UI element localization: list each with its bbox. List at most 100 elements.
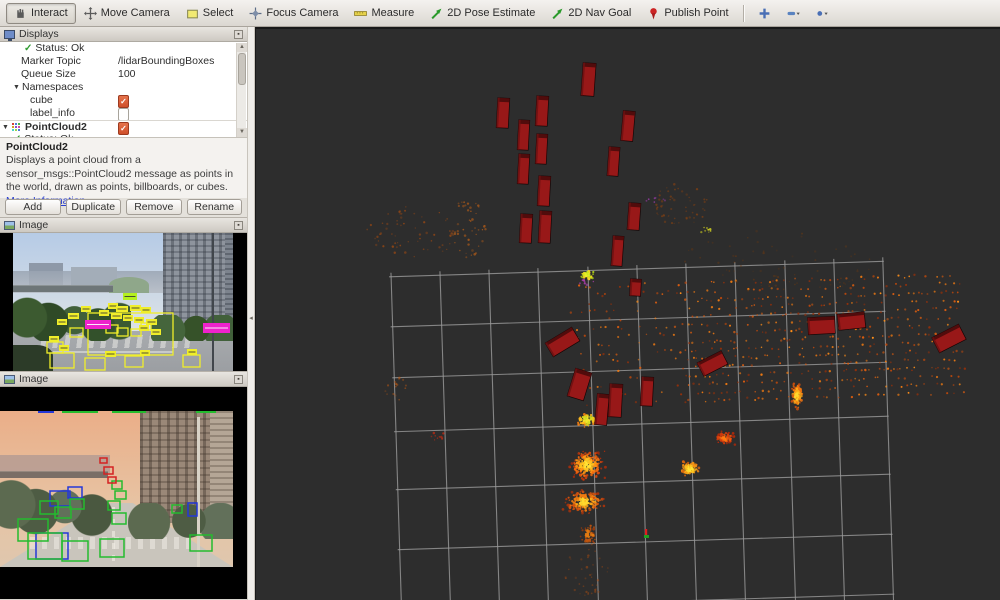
tree-row-label: label_info [30, 107, 75, 120]
lidar-bounding-box [519, 214, 533, 244]
point-cloud-specks [366, 206, 454, 257]
camera-image-day [13, 233, 233, 372]
toolbar-button-remove-tool[interactable] [779, 3, 808, 24]
detection-box [183, 355, 200, 367]
toolbar-button-nav-goal[interactable]: 2D Nav Goal [543, 3, 639, 24]
tree-row-status-ok[interactable]: ✓Status: Ok [0, 133, 247, 137]
displays-panel-header[interactable]: Displays ▪ [0, 27, 247, 42]
scroll-up-icon[interactable]: ▲ [237, 43, 247, 52]
point-cloud-specks [655, 183, 707, 224]
tree-row-label: Status: Ok [35, 42, 84, 55]
toolbar-button-measure[interactable]: Measure [346, 3, 422, 24]
displays-panel-title: Displays [19, 28, 230, 40]
detection-box [36, 533, 68, 559]
toolbar-button-label: Measure [371, 7, 414, 19]
detection-box [112, 513, 126, 524]
displays-icon [4, 30, 15, 39]
lidar-bounding-box [932, 324, 966, 353]
lidar-bounding-box [640, 377, 654, 407]
toolbar-button-label: Publish Point [664, 7, 728, 19]
axis-x-marker [645, 529, 647, 535]
splitter-collapse-icon[interactable]: ◂ [248, 305, 254, 331]
select-box-icon [186, 7, 199, 20]
description-body: Displays a point cloud from a sensor_msg… [6, 154, 233, 193]
image-top-header[interactable]: Image ▪ [0, 218, 247, 233]
lidar-bounding-box [538, 211, 552, 244]
green-arrow-icon [430, 7, 443, 20]
lidar-bounding-box [581, 63, 596, 97]
toolbar-button-focus-camera[interactable]: Focus Camera [241, 3, 346, 24]
toolbar-button-add-tool[interactable] [750, 3, 779, 24]
rviz-window: Interact Move CameraSelectFocus Camera Mea… [0, 0, 1000, 600]
pointcloud2-icon [12, 123, 21, 132]
lidar-bounding-box [535, 96, 549, 127]
tree-row-value[interactable]: /lidarBoundingBoxes [118, 55, 214, 68]
tree-row-status-ok[interactable]: ✓Status: Ok [0, 42, 247, 55]
detection-box [188, 503, 197, 516]
detection-box [172, 505, 182, 513]
image-bottom-header[interactable]: Image ▪ [0, 372, 247, 387]
tree-row-marker-topic[interactable]: Marker Topic/lidarBoundingBoxes [0, 55, 247, 68]
close-icon[interactable]: ▪ [234, 30, 243, 39]
toolbar-button-label: Interact [31, 7, 68, 19]
detection-box [115, 491, 126, 499]
panel-splitter[interactable]: ◂ [247, 27, 255, 600]
toolbar-button-move-camera[interactable]: Move Camera [76, 3, 178, 24]
point-cloud-specks [431, 432, 445, 441]
toolbar-button-select[interactable]: Select [178, 3, 242, 24]
scroll-down-icon[interactable]: ▼ [237, 128, 247, 137]
render-scene[interactable] [256, 29, 1000, 600]
displays-panel: Displays ▪ ✓Status: OkMarker Topic/lidar… [0, 27, 247, 218]
toolbar-separator [743, 5, 744, 22]
tree-row-label: Status: Ok [24, 133, 73, 137]
tree-row-pointcloud2[interactable]: ▼PointCloud2✓ [0, 120, 247, 133]
detection-box [117, 328, 128, 336]
scrollbar-thumb[interactable] [238, 53, 246, 85]
image-panel-top: Image ▪ [0, 218, 247, 372]
detection-box [70, 499, 84, 509]
point-cloud-specks [700, 227, 711, 234]
point-cloud-cluster [568, 451, 607, 481]
lidar-bounding-box [697, 351, 728, 377]
lidar-scan-rings [566, 272, 966, 407]
point-cloud-cluster [562, 489, 606, 514]
toolbar-button-pose-estimate[interactable]: 2D Pose Estimate [422, 3, 543, 24]
ruler-icon [354, 7, 367, 20]
tree-row-label: Marker Topic [21, 55, 81, 68]
close-icon[interactable]: ▪ [234, 375, 243, 384]
add-button[interactable]: Add [5, 199, 61, 215]
lidar-bounding-box [630, 279, 642, 297]
tree-row-value[interactable]: 100 [118, 68, 136, 81]
detection-overlay-day [13, 233, 233, 372]
point-cloud-cluster [681, 460, 700, 476]
description-title: PointCloud2 [6, 141, 241, 154]
point-cloud-specks [579, 279, 594, 286]
point-cloud-cluster [580, 270, 594, 280]
toolbar-button-label: 2D Pose Estimate [447, 7, 535, 19]
image-icon [4, 221, 15, 230]
tree-row-queue-size[interactable]: Queue Size100 [0, 68, 247, 81]
lidar-bounding-box [567, 368, 592, 401]
tree-row-cube[interactable]: cube✓ [0, 94, 247, 107]
displays-scrollbar[interactable]: ▲ ▼ [236, 43, 246, 137]
detection-overlay-tinted [0, 411, 233, 567]
tree-row-namespaces[interactable]: ▼Namespaces [0, 81, 247, 94]
minus-icon [787, 7, 800, 20]
expand-arrow-icon[interactable]: ▼ [2, 121, 11, 134]
duplicate-button[interactable]: Duplicate [66, 199, 122, 215]
detection-box [125, 356, 143, 367]
toolbar-button-interact[interactable]: Interact [6, 3, 76, 24]
3d-viewport[interactable] [255, 27, 1000, 600]
edge-mark [38, 411, 54, 413]
camera-image-tinted [0, 411, 233, 567]
tree-row-label: PointCloud2 [25, 121, 87, 134]
point-cloud-cluster [580, 525, 596, 544]
detection-box [100, 539, 124, 557]
expand-arrow-icon[interactable]: ▼ [13, 81, 22, 94]
toolbar-button-publish-point[interactable]: Publish Point [639, 3, 736, 24]
rename-button[interactable]: Rename [187, 199, 243, 215]
remove-button[interactable]: Remove [126, 199, 182, 215]
tree-row-label-info[interactable]: label_info [0, 107, 247, 120]
toolbar-button-tool-properties[interactable] [808, 3, 837, 24]
close-icon[interactable]: ▪ [234, 221, 243, 230]
